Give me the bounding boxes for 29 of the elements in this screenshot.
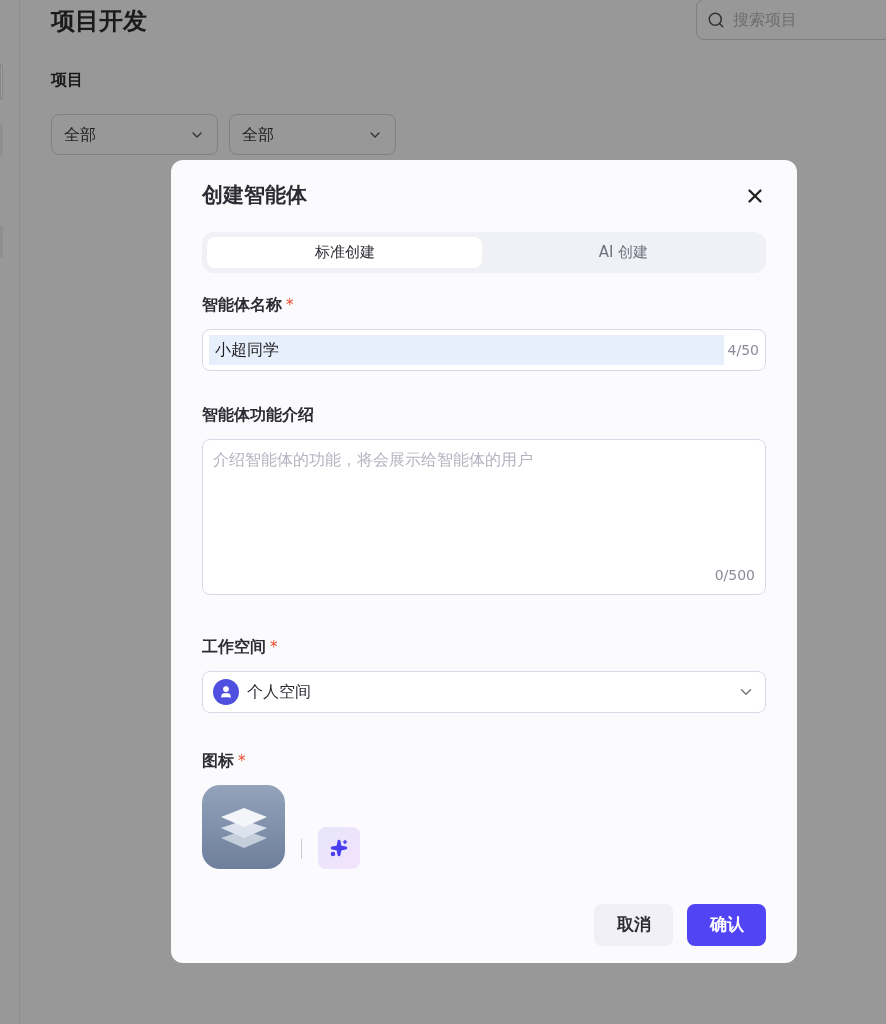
workspace-select[interactable]: 个人空间 — [202, 671, 766, 713]
ai-generate-button[interactable] — [318, 827, 360, 869]
character-count: 4/50 — [727, 340, 759, 360]
select-value: 个人空间 — [247, 681, 312, 703]
dialog-title: 创建智能体 — [202, 182, 307, 210]
required-mark: * — [270, 639, 278, 655]
filter-dropdown[interactable]: 全部 — [229, 114, 396, 155]
field-label: 智能体名称 — [202, 294, 282, 316]
placeholder-text: 介绍智能体的功能，将会展示给智能体的用户 — [213, 449, 534, 471]
tab[interactable]: AI 创建 — [486, 237, 761, 268]
filter-label: 项目 — [51, 69, 84, 91]
field-label: 工作空间 — [202, 636, 266, 658]
layers-icon[interactable] — [202, 785, 285, 869]
character-count: 0/500 — [714, 566, 755, 585]
sparkle-icon — [330, 839, 348, 857]
cancel-button[interactable]: 取消 — [594, 904, 673, 946]
field-label: 智能体功能介绍 — [202, 404, 314, 426]
field-label: 图标 — [202, 750, 234, 772]
name-input-field[interactable]: 小超同学 4/50 — [202, 329, 766, 371]
user-avatar-icon — [213, 679, 239, 705]
tab[interactable]: 标准创建 — [207, 237, 482, 268]
page-title: 项目开发 — [51, 6, 147, 37]
required-mark: * — [286, 297, 294, 313]
confirm-button[interactable]: 确认 — [687, 904, 766, 946]
field-value: 小超同学 — [209, 335, 724, 365]
search-icon — [707, 10, 725, 29]
required-mark: * — [238, 753, 246, 769]
description-input-field[interactable]: 介绍智能体的功能，将会展示给智能体的用户 0/500 — [202, 439, 766, 595]
filter-dropdown[interactable]: 全部 — [51, 114, 218, 155]
